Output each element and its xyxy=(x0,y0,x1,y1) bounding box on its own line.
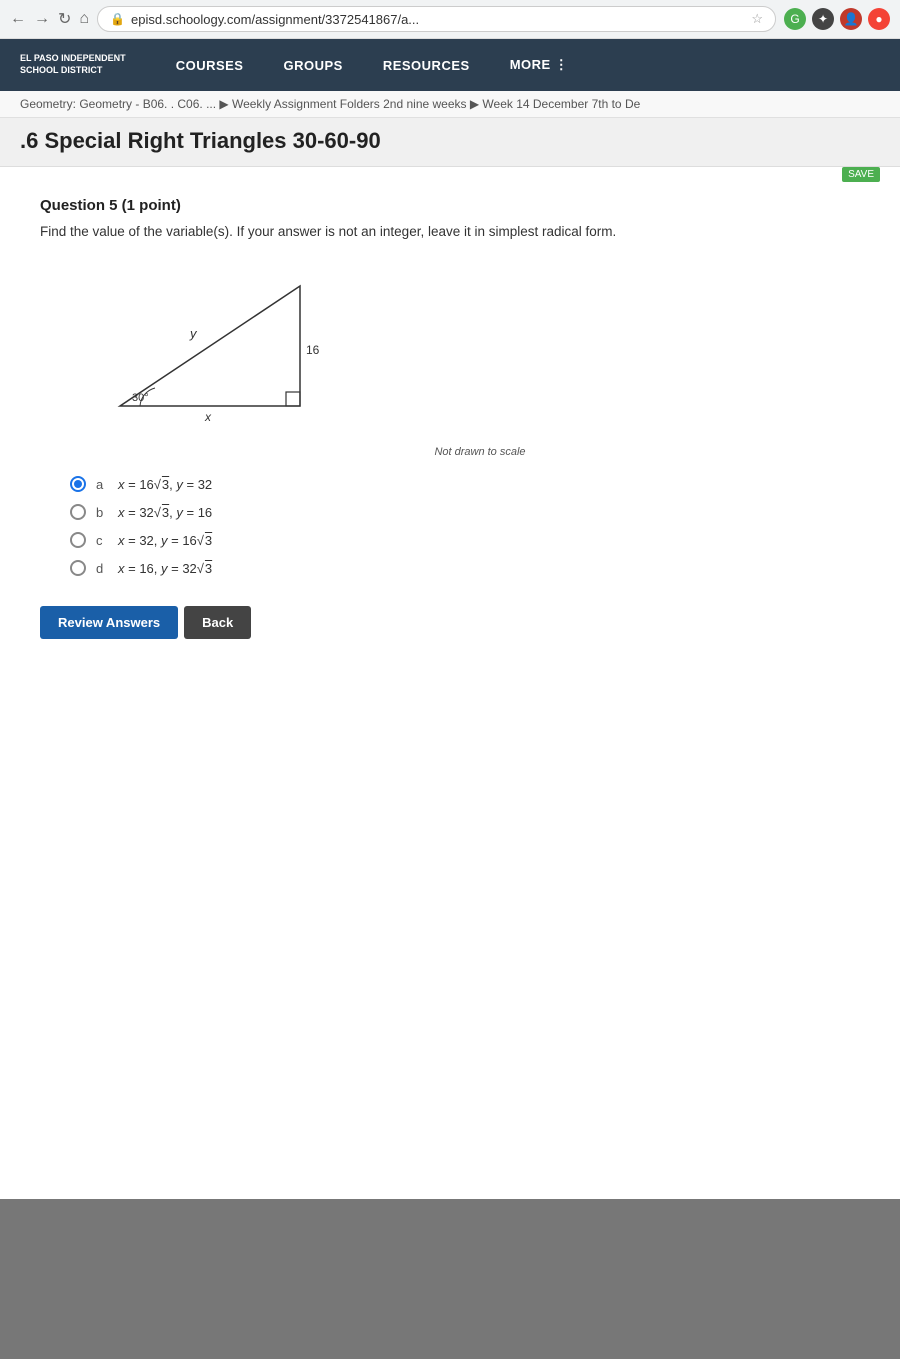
page-title: .6 Special Right Triangles 30-60-90 xyxy=(20,128,880,154)
radio-a[interactable] xyxy=(70,476,86,492)
address-bar[interactable]: 🔒 episd.schoology.com/assignment/3372541… xyxy=(97,6,776,32)
review-answers-button[interactable]: Review Answers xyxy=(40,606,178,639)
svg-text:16: 16 xyxy=(306,343,320,357)
alert-icon[interactable]: ● xyxy=(868,8,890,30)
nav-more[interactable]: MORE ⋮ xyxy=(490,39,589,91)
user-icon[interactable]: 👤 xyxy=(840,8,862,30)
triangle-diagram: y 16 30° x xyxy=(100,266,340,426)
not-drawn-label: Not drawn to scale xyxy=(100,446,860,458)
button-row: Review Answers Back xyxy=(40,606,860,639)
choice-d[interactable]: d x = 16, y = 32√3 xyxy=(70,560,860,576)
browser-icons: G ✦ 👤 ● xyxy=(784,8,890,30)
choice-b-letter: b xyxy=(96,505,108,520)
nav-links: COURSES GROUPS RESOURCES MORE ⋮ xyxy=(156,39,589,91)
url-text: episd.schoology.com/assignment/337254186… xyxy=(131,12,745,27)
radio-b[interactable] xyxy=(70,504,86,520)
breadcrumb: Geometry: Geometry - B06. . C06. ... ▶ W… xyxy=(0,91,900,118)
question-header: Question 5 (1 point) xyxy=(40,197,860,214)
bookmark-icon[interactable]: ☆ xyxy=(751,11,763,27)
bottom-area xyxy=(0,1199,900,1359)
choice-a-text: x = 16√3, y = 32 xyxy=(118,477,212,492)
answer-choices: a x = 16√3, y = 32 b x = 32√3, y = 16 c … xyxy=(70,476,860,576)
choice-d-text: x = 16, y = 32√3 xyxy=(118,561,212,576)
choice-c-letter: c xyxy=(96,533,108,548)
forward-button[interactable]: → xyxy=(34,10,50,28)
svg-text:y: y xyxy=(189,326,198,341)
choice-d-letter: d xyxy=(96,561,108,576)
radio-a-inner xyxy=(74,480,82,488)
page-title-bar: .6 Special Right Triangles 30-60-90 xyxy=(0,118,900,167)
refresh-button[interactable]: ↻ xyxy=(58,9,71,29)
school-logo: EL PASO INDEPENDENT SCHOOL DISTRICT xyxy=(20,53,126,76)
question-instruction: Find the value of the variable(s). If yo… xyxy=(40,222,860,242)
back-button-main[interactable]: Back xyxy=(184,606,251,639)
home-button[interactable]: ⌂ xyxy=(79,10,89,28)
choice-a[interactable]: a x = 16√3, y = 32 xyxy=(70,476,860,492)
app-container: EL PASO INDEPENDENT SCHOOL DISTRICT COUR… xyxy=(0,39,900,1199)
extension-icon[interactable]: ✦ xyxy=(812,8,834,30)
radio-d[interactable] xyxy=(70,560,86,576)
choice-b[interactable]: b x = 32√3, y = 16 xyxy=(70,504,860,520)
nav-resources[interactable]: RESOURCES xyxy=(363,39,490,91)
radio-c[interactable] xyxy=(70,532,86,548)
save-indicator: SAVE xyxy=(842,167,880,182)
browser-bar: ← → ↻ ⌂ 🔒 episd.schoology.com/assignment… xyxy=(0,0,900,39)
choice-c[interactable]: c x = 32, y = 16√3 xyxy=(70,532,860,548)
choice-c-text: x = 32, y = 16√3 xyxy=(118,533,212,548)
back-button[interactable]: ← xyxy=(10,10,26,28)
top-nav: EL PASO INDEPENDENT SCHOOL DISTRICT COUR… xyxy=(0,39,900,91)
lock-icon: 🔒 xyxy=(110,12,125,26)
nav-groups[interactable]: GROUPS xyxy=(263,39,362,91)
content-area: SAVE Question 5 (1 point) Find the value… xyxy=(0,167,900,1067)
choice-b-text: x = 32√3, y = 16 xyxy=(118,505,212,520)
google-icon[interactable]: G xyxy=(784,8,806,30)
choice-a-letter: a xyxy=(96,477,108,492)
nav-courses[interactable]: COURSES xyxy=(156,39,264,91)
svg-text:x: x xyxy=(204,410,212,424)
